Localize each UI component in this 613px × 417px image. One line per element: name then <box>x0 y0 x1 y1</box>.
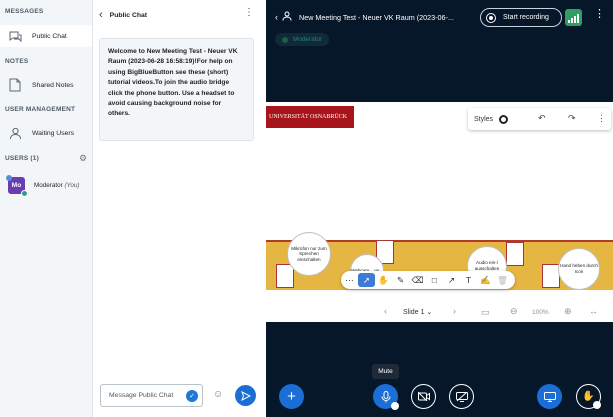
sidebar-item-label: Waiting Users <box>32 129 75 137</box>
users-section-title: USERS (1) <box>5 155 39 162</box>
sidebar-item-public-chat[interactable]: Public Chat <box>0 25 92 47</box>
chat-options-kebab-icon[interactable]: ⋮ <box>244 8 254 18</box>
chat-header: ‹ Public Chat ⋮ <box>93 5 266 25</box>
start-recording-button[interactable]: Start recording <box>480 8 562 27</box>
chat-message-input[interactable]: Message Public Chat ✓ <box>100 384 203 407</box>
presentation-icon <box>543 391 556 402</box>
messages-section-title: MESSAGES <box>5 8 44 15</box>
screen-share-off-icon <box>455 391 468 402</box>
reactions-dot[interactable] <box>593 401 601 409</box>
you-label: (You) <box>64 182 80 189</box>
zoom-in-icon[interactable]: ⊕ <box>564 307 572 316</box>
user-list-item[interactable]: Mo Moderator (You) <box>6 175 80 197</box>
sidebar-item-label: Public Chat <box>32 32 67 40</box>
user-name: Moderator (You) <box>34 182 80 189</box>
mute-tooltip: Mute <box>372 364 399 379</box>
zoom-level: 100% <box>532 309 549 316</box>
record-label: Start recording <box>503 14 549 21</box>
actions-plus-button[interactable]: + <box>279 384 304 409</box>
user-icon <box>8 126 22 140</box>
avatar: Mo <box>6 175 28 197</box>
figure-illustration <box>506 242 524 266</box>
sidebar-item-label: Shared Notes <box>32 81 74 89</box>
slide-bubble: Hand heben durch Icon <box>558 248 600 290</box>
styles-toolbar: Styles ↶ ↷ ⋮ <box>468 108 611 130</box>
role-badge: Moderator <box>275 33 330 46</box>
meeting-title-text: New Meeting Test - Neuer VK Raum (2023-0… <box>299 12 454 22</box>
meeting-title: ‹ New Meeting Test - Neuer VK Raum (2023… <box>275 11 454 23</box>
fit-page-icon[interactable]: ↔ <box>589 307 598 316</box>
notes-section-title: NOTES <box>5 58 29 65</box>
undo-icon[interactable]: ↶ <box>538 113 546 124</box>
emoji-icon[interactable]: ☺ <box>213 389 223 400</box>
color-circle-icon[interactable] <box>499 114 509 124</box>
chat-panel: ‹ Public Chat ⋮ Welcome to New Meeting T… <box>93 0 266 417</box>
raise-hand-button[interactable]: ✋ <box>576 384 601 409</box>
user-list-sidebar: MESSAGES Public Chat NOTES Shared Notes … <box>0 0 93 417</box>
redo-icon[interactable]: ↷ <box>568 113 576 124</box>
delete-icon[interactable]: 🗑 <box>494 273 511 287</box>
previous-slide-icon[interactable]: ‹ <box>384 307 387 316</box>
eraser-icon[interactable]: ⌫ <box>409 273 426 287</box>
chat-title: Public Chat <box>109 11 148 19</box>
avatar-initials: Mo <box>11 182 22 189</box>
main-area: ‹ New Meeting Test - Neuer VK Raum (2023… <box>266 0 613 417</box>
chevron-left-icon[interactable]: ‹ <box>275 12 278 22</box>
user-icon[interactable] <box>282 11 292 23</box>
select-tool-icon[interactable]: ➚ <box>358 273 375 287</box>
slide-bubble: Mikrofon nur zum Sprechen einschalten <box>287 232 331 276</box>
arrow-icon[interactable]: ↗ <box>443 273 460 287</box>
presenter-indicator <box>6 175 12 181</box>
user-display-name: Moderator <box>34 182 63 189</box>
role-dot-icon <box>282 36 288 43</box>
welcome-message: Welcome to New Meeting Test - Neuer VK R… <box>99 38 254 141</box>
pencil-icon[interactable]: ✎ <box>392 273 409 287</box>
university-logo: UNIVERSITÄT OSNABRÜCK <box>266 106 354 128</box>
slide-label: Slide 1 <box>403 309 425 316</box>
presentation-slide[interactable]: UNIVERSITÄT OSNABRÜCK Styles ↶ ↷ ⋮ Mikro… <box>266 102 613 302</box>
share-screen-button[interactable] <box>449 384 474 409</box>
text-tool-icon[interactable]: T <box>460 273 477 287</box>
audio-settings-dot[interactable] <box>391 402 399 410</box>
webcam-off-icon <box>417 392 430 401</box>
more-kebab-icon[interactable]: ⋮ <box>597 113 606 124</box>
top-bar: ‹ New Meeting Test - Neuer VK Raum (2023… <box>266 0 613 34</box>
note-icon[interactable]: ✍ <box>477 273 494 287</box>
share-webcam-button[interactable] <box>411 384 436 409</box>
zoom-out-icon[interactable]: ⊖ <box>510 307 518 316</box>
mute-button[interactable] <box>373 384 399 410</box>
sidebar-item-shared-notes[interactable]: Shared Notes <box>0 74 92 96</box>
plus-icon: + <box>287 388 296 405</box>
send-icon <box>240 390 251 401</box>
record-icon <box>486 12 496 23</box>
hand-icon: ✋ <box>582 390 595 402</box>
microphone-icon <box>381 390 390 402</box>
options-kebab-icon[interactable]: ⋮ <box>594 9 605 20</box>
connection-status-icon[interactable] <box>565 9 582 26</box>
role-badge-label: Moderator <box>293 36 323 43</box>
voice-indicator <box>21 190 28 197</box>
user-management-section-title: USER MANAGEMENT <box>5 106 76 113</box>
notes-icon <box>8 78 22 92</box>
send-message-button[interactable] <box>235 385 256 406</box>
presentation-toggle-button[interactable] <box>537 384 562 409</box>
gear-icon[interactable]: ⚙ <box>79 153 87 164</box>
chevron-left-icon[interactable]: ‹ <box>99 9 103 21</box>
chat-icon <box>8 29 22 43</box>
next-slide-icon[interactable]: › <box>453 307 456 316</box>
fit-width-icon[interactable]: ▭ <box>481 308 490 317</box>
checkmark-icon: ✓ <box>186 390 198 402</box>
styles-label[interactable]: Styles <box>474 116 493 123</box>
rectangle-icon[interactable]: □ <box>426 273 443 287</box>
whiteboard-toolbar: ⋯ ➚ ✋ ✎ ⌫ □ ↗ T ✍ 🗑 <box>341 271 515 289</box>
slide-select[interactable]: Slide 1 ⌄ <box>403 308 432 316</box>
pan-hand-icon[interactable]: ✋ <box>375 273 392 287</box>
more-tools-icon[interactable]: ⋯ <box>341 273 358 287</box>
slide-navigation: ‹ Slide 1 ⌄ › ▭ ⊖ 100% ⊕ ↔ <box>266 302 613 322</box>
chat-input-placeholder: Message Public Chat <box>109 392 174 399</box>
sidebar-item-waiting-users[interactable]: Waiting Users <box>0 122 92 144</box>
